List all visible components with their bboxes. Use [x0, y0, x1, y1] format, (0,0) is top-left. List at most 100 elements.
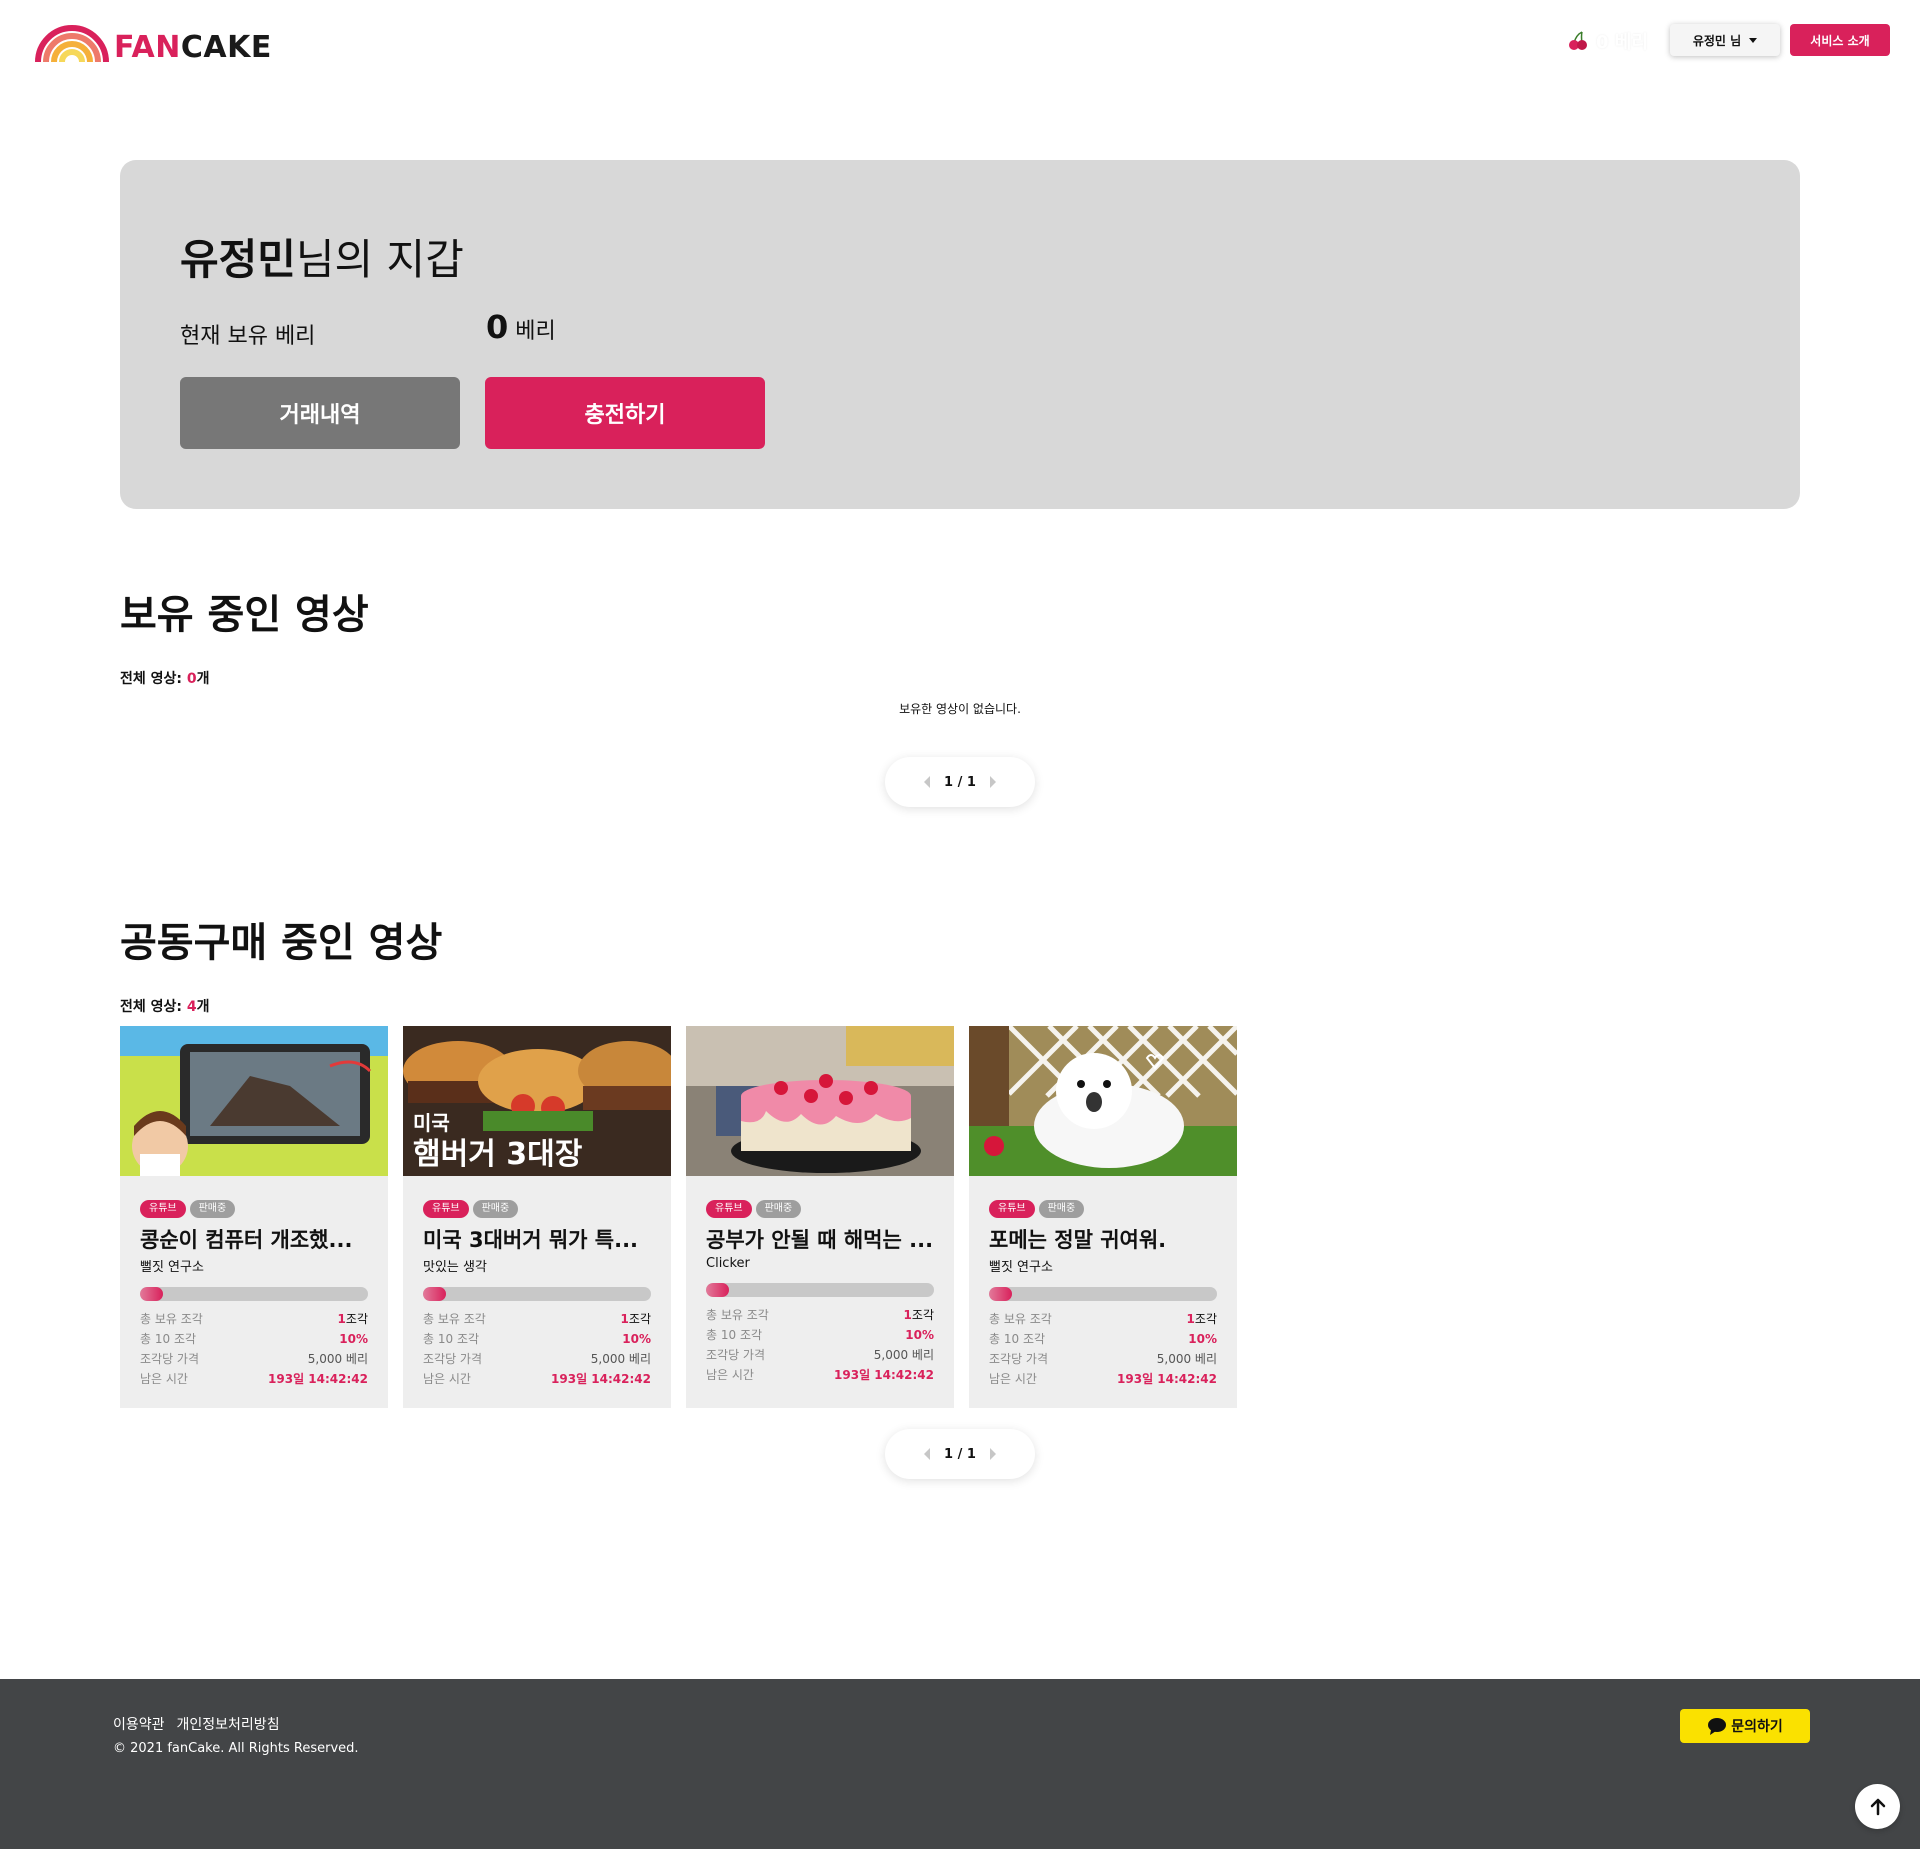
thumb-text-1: 미국: [413, 1111, 450, 1135]
footer: 이용약관 개인정보처리방침 © 2021 fanCake. All Rights…: [0, 1679, 1920, 1849]
scroll-top-button[interactable]: [1855, 1784, 1900, 1829]
card-title[interactable]: 공부가 안될 때 해먹는 ...: [706, 1224, 934, 1254]
service-intro-button[interactable]: 서비스 소개: [1790, 24, 1890, 56]
card-title[interactable]: 미국 3대버거 뭐가 특...: [423, 1224, 651, 1254]
stat-price-value: 5,000 베리: [1156, 1352, 1217, 1366]
stat-price-label: 조각당 가격: [989, 1352, 1049, 1366]
video-card[interactable]: 유튜브 판매중 공부가 안될 때 해먹는 ... Clicker 총 보유 조각…: [686, 1026, 954, 1408]
owned-count-label: 전체 영상:: [120, 671, 187, 687]
stat-owned-unit: 조각: [628, 1312, 651, 1326]
fancake-logo[interactable]: FANCAKE: [34, 18, 274, 68]
stat-owned-label: 총 보유 조각: [989, 1312, 1052, 1326]
video-thumbnail[interactable]: [686, 1026, 954, 1176]
card-title[interactable]: 포메는 정말 귀여워.: [989, 1224, 1217, 1254]
video-card[interactable]: 유튜브 판매중 포메는 정말 귀여워. 뻘짓 연구소 총 보유 조각 1조각 총 …: [969, 1026, 1237, 1408]
video-thumbnail[interactable]: 미국 햄버거 3대장: [403, 1026, 671, 1176]
balance-value: 0: [486, 308, 509, 346]
thumb-text-2: 햄버거 3대장: [413, 1137, 583, 1172]
user-menu-button[interactable]: 유정민 님: [1670, 24, 1780, 56]
stat-owned-num: 1: [620, 1312, 629, 1326]
charge-button[interactable]: 충전하기: [485, 377, 765, 449]
progress-bar: [706, 1283, 934, 1297]
group-buy-pager-text: 1 / 1: [944, 1446, 976, 1462]
progress-fill: [140, 1287, 163, 1301]
terms-link[interactable]: 이용약관: [113, 1714, 165, 1734]
card-channel: Clicker: [706, 1256, 750, 1271]
stat-total-label: 총 10 조각: [140, 1332, 197, 1346]
card-stats: 총 보유 조각 1조각 총 10 조각 10% 조각당 가격 5,000 베리 남은 …: [989, 1309, 1217, 1389]
berry-balance-text: 0 베리: [1596, 32, 1648, 53]
inquiry-label: 문의하기: [1731, 1719, 1783, 1735]
chat-bubble-icon: [1708, 1718, 1727, 1735]
wallet-panel: 유정민님의 지갑 현재 보유 베리 0 베리 거래내역 충전하기: [120, 160, 1800, 509]
video-card[interactable]: 미국 햄버거 3대장 유튜브 판매중 미국 3대버거 뭐가 특... 맛있는 생…: [403, 1026, 671, 1408]
video-thumbnail[interactable]: [120, 1026, 388, 1176]
caret-down-icon: [1749, 37, 1758, 43]
stat-owned-num: 1: [1186, 1312, 1195, 1326]
next-page-icon[interactable]: [989, 776, 996, 788]
progress-fill: [423, 1287, 446, 1301]
stat-total-percent: 10%: [622, 1332, 651, 1346]
video-card[interactable]: 유튜브 판매중 콩순이 컴퓨터 개조했... 뻘짓 연구소 총 보유 조각 1조각…: [120, 1026, 388, 1408]
stat-price: 조각당 가격 5,000 베리: [989, 1349, 1217, 1369]
youtube-tag: 유튜브: [140, 1200, 186, 1218]
card-title[interactable]: 콩순이 컴퓨터 개조했...: [140, 1224, 368, 1254]
stat-total-percent: 10%: [339, 1332, 368, 1346]
card-tags: 유튜브 판매중: [706, 1200, 934, 1218]
group-buy-section-title: 공동구매 중인 영상: [120, 920, 443, 966]
card-channel: 뻘짓 연구소: [140, 1260, 204, 1275]
privacy-link[interactable]: 개인정보처리방침: [177, 1714, 280, 1734]
stat-total: 총 10 조각 10%: [706, 1325, 934, 1345]
balance-label: 현재 보유 베리: [180, 324, 316, 349]
group-buy-count-unit: 개: [196, 999, 210, 1015]
card-stats: 총 보유 조각 1조각 총 10 조각 10% 조각당 가격 5,000 베리 남은 …: [423, 1309, 651, 1389]
stat-price-label: 조각당 가격: [423, 1352, 483, 1366]
history-button[interactable]: 거래내역: [180, 377, 460, 449]
card-body: 유튜브 판매중 포메는 정말 귀여워. 뻘짓 연구소 총 보유 조각 1조각 총 …: [989, 1200, 1217, 1389]
stat-owned: 총 보유 조각 1조각: [423, 1309, 651, 1329]
stat-owned-unit: 조각: [911, 1308, 934, 1322]
prev-page-icon[interactable]: [924, 1448, 931, 1460]
stat-owned: 총 보유 조각 1조각: [706, 1305, 934, 1325]
group-buy-count-value: 4: [186, 999, 197, 1015]
progress-bar: [989, 1287, 1217, 1301]
stat-remaining-label: 남은 시간: [140, 1372, 188, 1386]
owned-count-unit: 개: [196, 671, 210, 687]
youtube-tag: 유튜브: [706, 1200, 752, 1218]
stat-owned-num: 1: [337, 1312, 346, 1326]
stat-total: 총 10 조각 10%: [989, 1329, 1217, 1349]
owned-count-value: 0: [186, 671, 197, 687]
on-sale-tag: 판매중: [1038, 1200, 1085, 1218]
stat-price-label: 조각당 가격: [706, 1348, 766, 1362]
card-tags: 유튜브 판매중: [140, 1200, 368, 1218]
stat-price-value: 5,000 베리: [590, 1352, 651, 1366]
on-sale-tag: 판매중: [189, 1200, 236, 1218]
card-channel: 뻘짓 연구소: [989, 1260, 1053, 1275]
stat-remaining: 남은 시간 193일 14:42:42: [706, 1365, 934, 1385]
card-tags: 유튜브 판매중: [989, 1200, 1217, 1218]
stat-owned-unit: 조각: [345, 1312, 368, 1326]
stat-remaining: 남은 시간 193일 14:42:42: [140, 1369, 368, 1389]
stat-total-label: 총 10 조각: [706, 1328, 763, 1342]
stat-remaining: 남은 시간 193일 14:42:42: [989, 1369, 1217, 1389]
stat-owned-label: 총 보유 조각: [706, 1308, 769, 1322]
stat-owned-label: 총 보유 조각: [423, 1312, 486, 1326]
youtube-tag: 유튜브: [423, 1200, 469, 1218]
stat-total-label: 총 10 조각: [423, 1332, 480, 1346]
progress-fill: [989, 1287, 1012, 1301]
card-channel: 맛있는 생각: [423, 1260, 487, 1275]
prev-page-icon[interactable]: [924, 776, 931, 788]
stat-owned-unit: 조각: [1194, 1312, 1217, 1326]
video-thumbnail[interactable]: [969, 1026, 1237, 1176]
stat-owned-num: 1: [903, 1308, 912, 1322]
owned-count: 전체 영상: 0개: [120, 668, 210, 688]
empty-message: 보유한 영상이 없습니다.: [899, 702, 1021, 716]
stat-total-percent: 10%: [905, 1328, 934, 1342]
next-page-icon[interactable]: [989, 1448, 996, 1460]
balance-amount: 0 베리: [486, 308, 556, 346]
stat-price: 조각당 가격 5,000 베리: [423, 1349, 651, 1369]
rainbow-icon: [35, 25, 109, 63]
inquiry-button[interactable]: 문의하기: [1680, 1709, 1810, 1743]
progress-bar: [423, 1287, 651, 1301]
stat-owned-value: 1조각: [904, 1305, 934, 1325]
